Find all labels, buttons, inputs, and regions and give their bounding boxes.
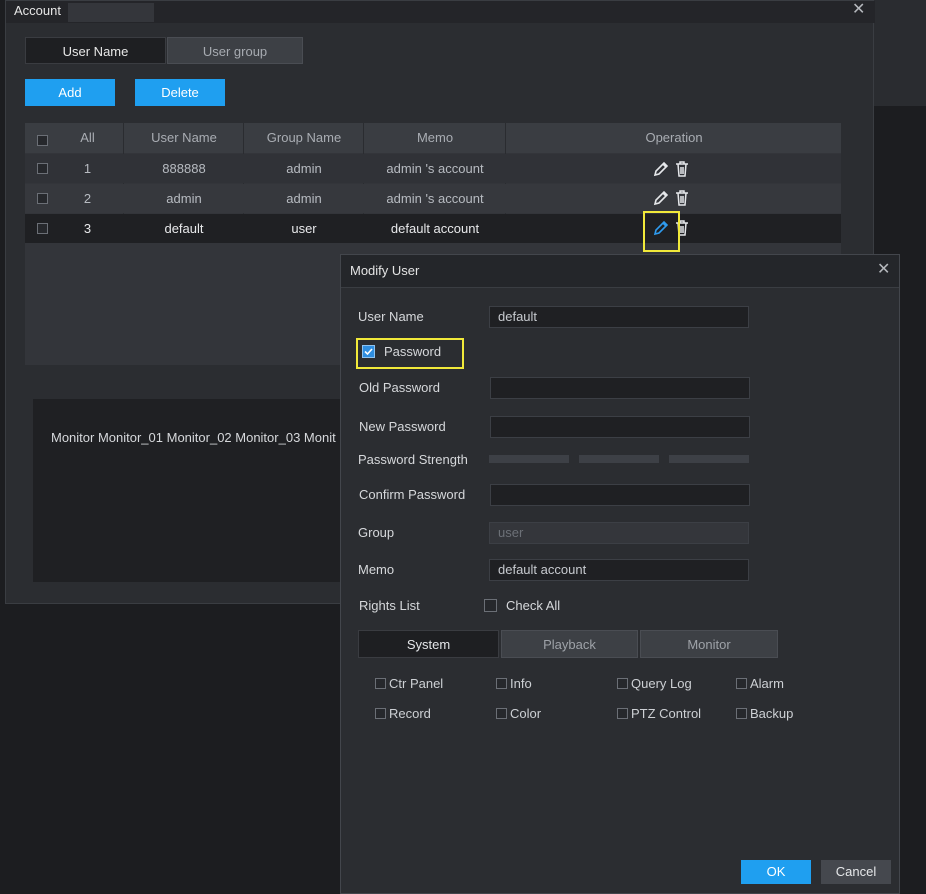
permission-checkbox[interactable]: [375, 678, 386, 689]
row-user-name: default: [164, 221, 204, 236]
monitor-rights-panel: Monitor Monitor_01 Monitor_02 Monitor_03…: [33, 399, 353, 582]
select-all-checkbox[interactable]: [37, 135, 48, 146]
row-memo: admin 's account: [386, 161, 484, 176]
row-index: 2: [83, 191, 92, 206]
permission-label: Backup: [750, 706, 794, 721]
permission-label: Info: [510, 676, 532, 691]
permission-checkbox[interactable]: [617, 678, 628, 689]
permission-label: PTZ Control: [631, 706, 702, 721]
permission-query-log[interactable]: Query Log: [617, 676, 692, 691]
monitor-list-text: Monitor Monitor_01 Monitor_02 Monitor_03…: [51, 430, 336, 445]
strength-bar-weak: [489, 455, 569, 463]
table-row[interactable]: 2 admin admin admin 's account: [25, 184, 841, 213]
dialog-title-bar: Modify User ✕: [341, 255, 899, 288]
add-button[interactable]: Add: [25, 79, 115, 106]
user-name-field[interactable]: default: [489, 306, 749, 328]
check-all-label: Check All: [506, 598, 561, 613]
tab-monitor[interactable]: Monitor: [640, 630, 778, 658]
permission-record[interactable]: Record: [375, 706, 431, 721]
permission-backup[interactable]: Backup: [736, 706, 793, 721]
delete-button[interactable]: Delete: [135, 79, 225, 106]
password-checkbox-label: Password: [384, 344, 442, 359]
permission-checkbox[interactable]: [617, 708, 628, 719]
column-group-name: Group Name: [266, 130, 342, 145]
confirm-password-label: Confirm Password: [359, 487, 466, 502]
memo-field[interactable]: default account: [489, 559, 749, 581]
permission-color[interactable]: Color: [496, 706, 541, 721]
row-checkbox[interactable]: [37, 223, 48, 234]
old-password-field[interactable]: [490, 377, 750, 399]
row-checkbox[interactable]: [37, 163, 48, 174]
table-header: All User Name Group Name Memo Operation: [25, 123, 841, 153]
tab-user-group[interactable]: User group: [167, 37, 303, 64]
edit-icon[interactable]: [652, 160, 670, 178]
permission-label: Color: [510, 706, 542, 721]
close-icon[interactable]: ✕: [852, 0, 865, 19]
row-memo: admin 's account: [386, 191, 484, 206]
new-password-label: New Password: [359, 419, 446, 434]
permission-checkbox[interactable]: [375, 708, 386, 719]
memo-label: Memo: [358, 562, 395, 577]
row-user-name: 888888: [162, 161, 206, 176]
row-index: 3: [83, 221, 92, 236]
strength-bar-medium: [579, 455, 659, 463]
check-all-checkbox[interactable]: [484, 599, 497, 612]
row-user-name: admin: [166, 191, 202, 206]
strength-bar-strong: [669, 455, 749, 463]
permission-checkbox[interactable]: [496, 678, 507, 689]
permission-alarm[interactable]: Alarm: [736, 676, 784, 691]
row-index: 1: [83, 161, 92, 176]
row-group: admin: [286, 191, 322, 206]
dialog-title: Modify User: [350, 263, 420, 278]
table-row[interactable]: 1 888888 admin admin 's account: [25, 154, 841, 183]
permission-label: Ctr Panel: [389, 676, 444, 691]
account-title-bar: Account ✕: [6, 1, 875, 23]
column-memo: Memo: [416, 130, 454, 145]
tab-system[interactable]: System: [358, 630, 499, 658]
permission-checkbox[interactable]: [736, 678, 747, 689]
row-group: user: [291, 221, 317, 236]
new-password-field[interactable]: [490, 416, 750, 438]
title-bar-tab-placeholder: [68, 3, 154, 22]
permission-checkbox[interactable]: [496, 708, 507, 719]
background-app-panel: [874, 0, 926, 106]
edit-highlight-box: [643, 211, 680, 252]
tab-user-name[interactable]: User Name: [25, 37, 166, 64]
row-memo: default account: [390, 221, 480, 236]
permission-checkbox[interactable]: [736, 708, 747, 719]
user-name-label: User Name: [358, 309, 424, 324]
tab-playback[interactable]: Playback: [501, 630, 638, 658]
confirm-password-field[interactable]: [490, 484, 750, 506]
permission-label: Record: [389, 706, 431, 721]
account-title: Account: [14, 3, 61, 18]
permission-ctr-panel[interactable]: Ctr Panel: [375, 676, 443, 691]
close-icon[interactable]: ✕: [877, 259, 890, 279]
row-group: admin: [286, 161, 322, 176]
modify-user-dialog: Modify User ✕ User Name default Password…: [340, 254, 900, 894]
row-checkbox[interactable]: [37, 193, 48, 204]
column-user-name: User Name: [151, 130, 217, 145]
old-password-label: Old Password: [359, 380, 440, 395]
group-select: user: [489, 522, 749, 544]
delete-icon[interactable]: [673, 189, 691, 207]
edit-icon[interactable]: [652, 189, 670, 207]
column-all: All: [80, 130, 95, 145]
rights-list-label: Rights List: [359, 598, 420, 613]
cancel-button[interactable]: Cancel: [821, 860, 891, 884]
permission-info[interactable]: Info: [496, 676, 532, 691]
permission-label: Alarm: [750, 676, 784, 691]
permission-ptz-control[interactable]: PTZ Control: [617, 706, 701, 721]
column-operation: Operation: [645, 130, 703, 145]
group-label: Group: [358, 525, 395, 540]
permission-label: Query Log: [631, 676, 692, 691]
delete-icon[interactable]: [673, 160, 691, 178]
password-checkbox[interactable]: [362, 345, 375, 358]
ok-button[interactable]: OK: [741, 860, 811, 884]
table-row-selected[interactable]: 3 default user default account: [25, 214, 841, 243]
password-strength-label: Password Strength: [358, 452, 468, 467]
